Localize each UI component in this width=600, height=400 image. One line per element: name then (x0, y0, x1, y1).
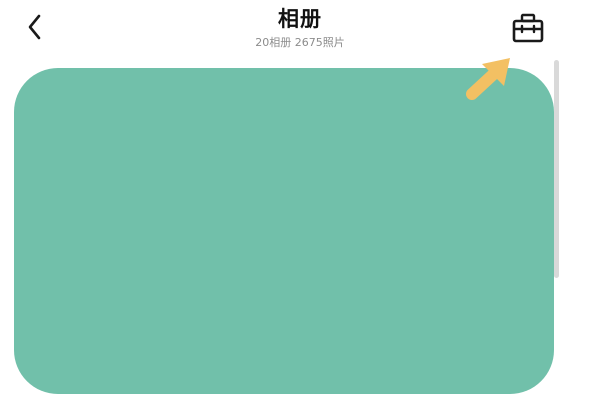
vertical-scrollbar[interactable] (554, 60, 559, 278)
toolbox-icon (512, 13, 544, 43)
album-cover-card[interactable] (14, 68, 554, 394)
tools-button[interactable] (510, 12, 546, 44)
album-screen: 相册 20相册 2675照片 (0, 0, 600, 400)
